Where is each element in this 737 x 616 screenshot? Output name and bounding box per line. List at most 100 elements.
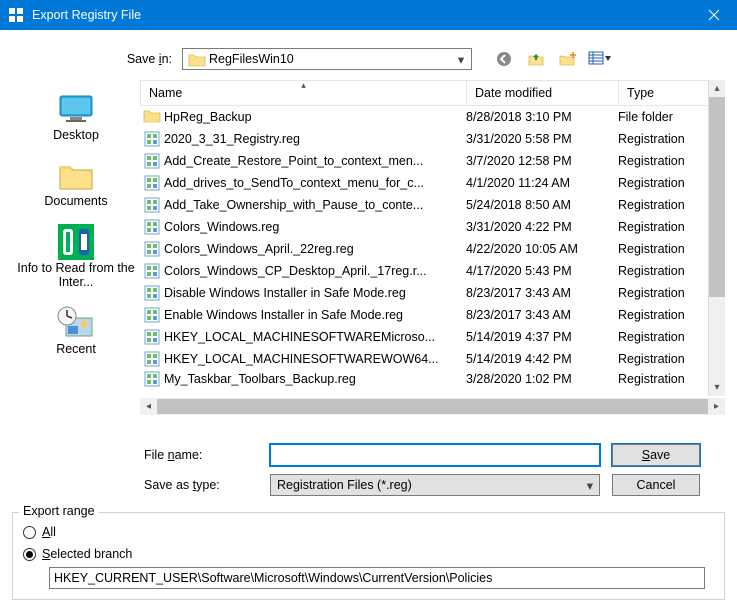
file-date: 5/14/2019 4:37 PM <box>466 330 618 344</box>
recent-icon <box>14 304 138 342</box>
chevron-down-icon: ▾ <box>587 478 593 493</box>
file-row[interactable]: Add_Take_Ownership_with_Pause_to_conte..… <box>140 194 725 216</box>
file-type: Registration <box>618 176 712 190</box>
filename-label: File name: <box>140 448 270 462</box>
regedit-icon <box>8 7 24 23</box>
file-row[interactable]: HpReg_Backup 8/28/2018 3:10 PMFile folder <box>140 106 725 128</box>
savein-combobox[interactable]: RegFilesWin10 ▾ <box>182 48 472 70</box>
regfile-icon <box>144 351 160 367</box>
file-row[interactable]: My_Taskbar_Toolbars_Backup.reg 3/28/2020 … <box>140 370 725 388</box>
file-name: Colors_Windows_April._22reg.reg <box>164 242 354 256</box>
sort-asc-icon: ▴ <box>301 80 306 91</box>
savetype-combobox[interactable]: Registration Files (*.reg) ▾ <box>270 474 600 496</box>
scroll-left-icon[interactable]: ◂ <box>140 401 157 412</box>
file-name: HKEY_LOCAL_MACHINESOFTWAREWOW64... <box>164 352 439 366</box>
scroll-thumb[interactable] <box>709 97 725 297</box>
file-name: Add_Create_Restore_Point_to_context_men.… <box>164 154 423 168</box>
vertical-scrollbar[interactable]: ▴ ▾ <box>708 80 725 396</box>
file-date: 8/28/2018 3:10 PM <box>466 110 618 124</box>
file-row[interactable]: Colors_Windows.reg 3/31/2020 4:22 PMRegis… <box>140 216 725 238</box>
file-name: Add_Take_Ownership_with_Pause_to_conte..… <box>164 198 423 212</box>
file-type: Registration <box>618 286 712 300</box>
place-documents[interactable]: Documents <box>12 152 140 212</box>
column-header-type[interactable]: Type <box>619 81 703 105</box>
file-name: Disable Windows Installer in Safe Mode.r… <box>164 286 406 300</box>
column-header-name[interactable]: ▴ Name <box>141 81 467 105</box>
file-row[interactable]: Colors_Windows_CP_Desktop_April._17reg.r… <box>140 260 725 282</box>
file-date: 3/31/2020 4:22 PM <box>466 220 618 234</box>
radio-icon <box>23 548 36 561</box>
file-type: Registration <box>618 330 712 344</box>
file-date: 5/24/2018 8:50 AM <box>466 198 618 212</box>
places-bar: Desktop Documents Info to Read from the … <box>12 80 140 430</box>
file-type: Registration <box>618 264 712 278</box>
file-name: HKEY_LOCAL_MACHINESOFTWAREMicroso... <box>164 330 435 344</box>
file-row[interactable]: Disable Windows Installer in Safe Mode.r… <box>140 282 725 304</box>
regfile-icon <box>144 329 160 345</box>
file-row[interactable]: HKEY_LOCAL_MACHINESOFTWAREWOW64... 5/14/2… <box>140 348 725 370</box>
export-range-legend: Export range <box>19 504 99 518</box>
titlebar: Export Registry File <box>0 0 737 30</box>
regfile-icon <box>144 285 160 301</box>
save-button[interactable]: Save <box>612 444 700 466</box>
file-name: 2020_3_31_Registry.reg <box>164 132 300 146</box>
place-info-to-read[interactable]: Info to Read from the Inter... <box>12 219 140 294</box>
file-list-pane: ▴ Name Date modified Type HpReg_Backup 8/… <box>140 80 725 430</box>
place-recent[interactable]: Recent <box>12 300 140 360</box>
file-date: 8/23/2017 3:43 AM <box>466 286 618 300</box>
view-menu-button[interactable] <box>590 49 610 69</box>
file-row[interactable]: Colors_Windows_April._22reg.reg 4/22/2020… <box>140 238 725 260</box>
place-desktop[interactable]: Desktop <box>12 86 140 146</box>
filename-input[interactable] <box>270 444 600 466</box>
close-button[interactable] <box>691 0 737 30</box>
file-name: My_Taskbar_Toolbars_Backup.reg <box>164 372 356 386</box>
scroll-right-icon[interactable]: ▸ <box>708 401 725 412</box>
new-folder-button[interactable] <box>558 49 578 69</box>
folder-icon <box>144 109 160 125</box>
file-name: Colors_Windows.reg <box>164 220 279 234</box>
file-date: 3/28/2020 1:02 PM <box>466 372 618 386</box>
file-name: HpReg_Backup <box>164 110 252 124</box>
documents-folder-icon <box>14 156 138 194</box>
regfile-icon <box>144 131 160 147</box>
file-row[interactable]: Add_Create_Restore_Point_to_context_men.… <box>140 150 725 172</box>
scroll-thumb[interactable] <box>157 399 708 414</box>
file-date: 3/31/2020 5:58 PM <box>466 132 618 146</box>
info-icon <box>14 223 138 261</box>
regfile-icon <box>144 371 160 387</box>
savein-value: RegFilesWin10 <box>209 52 453 66</box>
column-header-date[interactable]: Date modified <box>467 81 619 105</box>
regfile-icon <box>144 263 160 279</box>
file-type: File folder <box>618 110 712 124</box>
file-date: 5/14/2019 4:42 PM <box>466 352 618 366</box>
file-date: 3/7/2020 12:58 PM <box>466 154 618 168</box>
regfile-icon <box>144 175 160 191</box>
file-row[interactable]: 2020_3_31_Registry.reg3/31/2020 5:58 PMR… <box>140 128 725 150</box>
file-type: Registration <box>618 308 712 322</box>
cancel-button[interactable]: Cancel <box>612 474 700 496</box>
radio-selected-branch[interactable]: Selected branch <box>23 543 714 565</box>
savetype-label: Save as type: <box>140 478 270 492</box>
folder-icon <box>189 53 205 66</box>
up-one-level-button[interactable] <box>526 49 546 69</box>
export-range-group: Export range All Selected branch <box>12 512 725 600</box>
file-date: 4/17/2020 5:43 PM <box>466 264 618 278</box>
regfile-icon <box>144 153 160 169</box>
file-name: Enable Windows Installer in Safe Mode.re… <box>164 308 403 322</box>
branch-path-input[interactable] <box>49 567 705 589</box>
regfile-icon <box>144 307 160 323</box>
radio-all[interactable]: All <box>23 521 714 543</box>
file-type: Registration <box>618 220 712 234</box>
file-row[interactable]: HKEY_LOCAL_MACHINESOFTWAREMicroso... 5/14… <box>140 326 725 348</box>
file-name: Add_drives_to_SendTo_context_menu_for_c.… <box>164 176 424 190</box>
file-date: 4/22/2020 10:05 AM <box>466 242 618 256</box>
horizontal-scrollbar[interactable]: ◂ ▸ <box>140 398 725 415</box>
file-row[interactable]: Add_drives_to_SendTo_context_menu_for_c.… <box>140 172 725 194</box>
scroll-up-icon[interactable]: ▴ <box>709 80 725 97</box>
file-type: Registration <box>618 242 712 256</box>
chevron-down-icon: ▾ <box>453 52 469 67</box>
file-type: Registration <box>618 198 712 212</box>
file-row[interactable]: Enable Windows Installer in Safe Mode.re… <box>140 304 725 326</box>
scroll-down-icon[interactable]: ▾ <box>709 379 725 396</box>
back-button[interactable] <box>494 49 514 69</box>
